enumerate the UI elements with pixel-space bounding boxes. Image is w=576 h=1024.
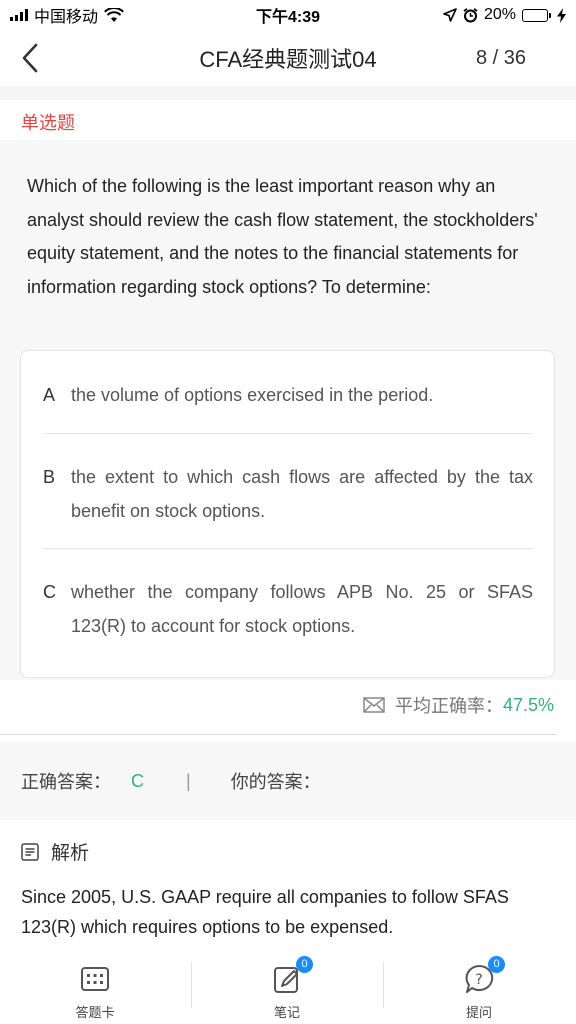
status-bar: 中国移动 下午4:39 20% — [0, 0, 576, 30]
question-text: Which of the following is the least impo… — [27, 176, 538, 297]
option-letter: B — [43, 467, 56, 487]
answer-card-icon — [78, 962, 112, 996]
option-divider — [43, 548, 533, 549]
option-b[interactable]: B the extent to which cash flows are aff… — [43, 461, 533, 528]
battery-icon — [522, 8, 551, 22]
charging-icon — [557, 7, 566, 23]
location-icon — [443, 8, 457, 22]
tab-ask[interactable]: ? 0 提问 — [384, 956, 574, 1020]
analysis-heading: 解析 — [21, 838, 89, 865]
stats-divider — [0, 734, 556, 735]
analysis-text: Since 2005, U.S. GAAP require all compan… — [21, 887, 509, 937]
nav-bar: CFA经典题测试04 8 / 36 — [0, 30, 576, 86]
alarm-icon — [463, 7, 478, 22]
wifi-icon — [104, 7, 124, 22]
signal-icon — [10, 9, 28, 21]
chevron-left-icon[interactable] — [16, 42, 44, 74]
accuracy-value: 47.5% — [502, 694, 554, 715]
tab-label: 笔记 — [273, 1005, 300, 1020]
option-letter: C — [43, 582, 56, 602]
answer-separator: | — [186, 770, 191, 791]
question-icon: ? 0 — [462, 956, 505, 996]
correct-answer-label: 正确答案： — [21, 772, 111, 792]
option-text: the volume of options exercised in the p… — [71, 385, 434, 405]
document-icon — [21, 842, 39, 861]
option-c[interactable]: C whether the company follows APB No. 25… — [43, 576, 533, 643]
envelope-icon[interactable] — [363, 696, 385, 714]
note-icon: 0 — [270, 956, 313, 996]
question-type-label: 单选题 — [0, 100, 576, 140]
your-answer-label: 你的答案： — [230, 772, 321, 792]
option-text: whether the company follows APB No. 25 o… — [71, 582, 533, 636]
question-progress: 8 / 36 — [475, 46, 526, 69]
status-left: 中国移动 — [10, 3, 124, 27]
answer-row: 正确答案： C | 你的答案： — [0, 742, 576, 820]
carrier-label: 中国移动 — [34, 9, 99, 26]
battery-percent: 20% — [483, 6, 516, 23]
tab-label: 答题卡 — [75, 1005, 115, 1020]
correct-answer-value: C — [131, 770, 144, 791]
svg-text:?: ? — [475, 972, 482, 988]
option-divider — [43, 433, 533, 434]
ask-badge: 0 — [488, 956, 505, 973]
section-divider — [0, 86, 576, 100]
option-text: the extent to which cash flows are affec… — [71, 467, 533, 521]
option-letter: A — [43, 385, 56, 405]
analysis-title: 解析 — [51, 843, 90, 864]
tab-notes[interactable]: 0 笔记 — [192, 956, 382, 1020]
accuracy-stats: 平均正确率： 47.5% — [363, 692, 554, 718]
tab-answer-card[interactable]: 答题卡 — [0, 956, 190, 1020]
accuracy-label: 平均正确率： — [394, 696, 503, 716]
options-card: A the volume of options exercised in the… — [20, 350, 555, 678]
tab-label: 提问 — [465, 1005, 492, 1020]
option-a[interactable]: A the volume of options exercised in the… — [43, 379, 533, 413]
status-right: 20% — [443, 6, 566, 24]
notes-badge: 0 — [296, 956, 313, 973]
